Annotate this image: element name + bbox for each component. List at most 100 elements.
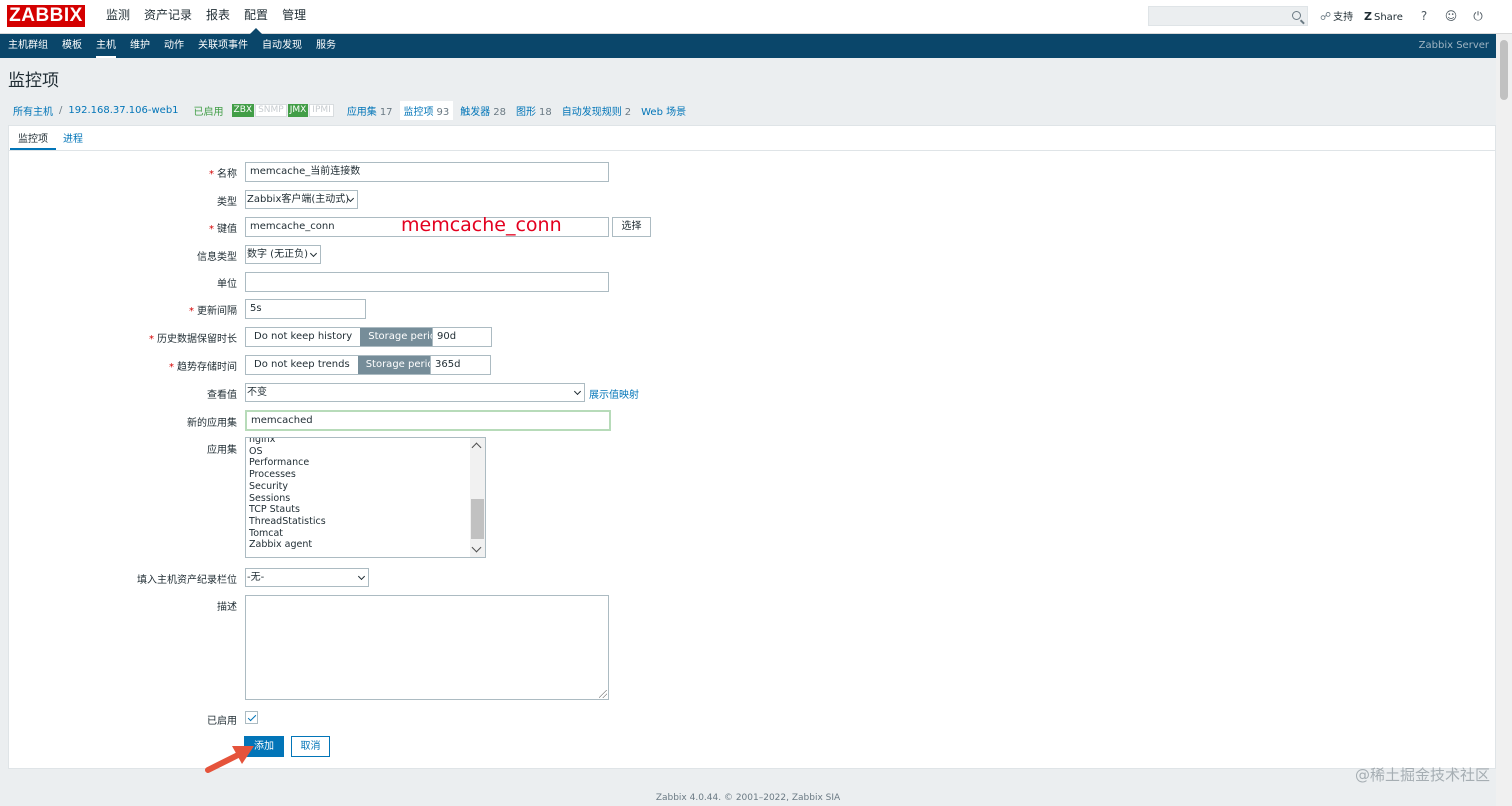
items-link[interactable]: 监控项 93	[399, 100, 454, 120]
resize-handle-icon[interactable]	[599, 690, 607, 698]
name-label: * 名称	[209, 169, 237, 180]
select-key-button[interactable]: 选择	[612, 217, 651, 237]
submenu-correlation[interactable]: 关联项事件	[191, 34, 255, 58]
scroll-up-icon[interactable]	[471, 442, 482, 453]
scrollbar-thumb[interactable]	[1500, 40, 1508, 100]
tab-item[interactable]: 监控项	[10, 130, 56, 150]
submenu-discovery[interactable]: 自动发现	[255, 34, 309, 58]
discovery-rules-link[interactable]: 自动发现规则 2	[562, 103, 631, 118]
enabled-checkbox[interactable]	[245, 711, 258, 724]
interval-label: * 更新间隔	[189, 306, 237, 317]
list-item[interactable]: Performance	[246, 457, 485, 469]
history-period-input[interactable]: 90d	[432, 327, 492, 347]
menu-administration[interactable]: 管理	[276, 0, 312, 34]
new-application-input[interactable]: memcached	[245, 410, 611, 431]
trends-do-not-keep-option[interactable]: Do not keep trends	[246, 356, 358, 374]
submenu-maintenance[interactable]: 维护	[123, 34, 157, 58]
power-icon[interactable]: ⏻	[1470, 8, 1486, 24]
graphs-link[interactable]: 图形 18	[516, 103, 552, 118]
top-bar: ZABBIX 监测 资产记录 报表 配置 管理 ☍ 支持 Z Share ? ☺ ⏻	[0, 0, 1512, 34]
list-item[interactable]: TCP Stauts	[246, 504, 485, 516]
value-map-select[interactable]: 不变	[245, 383, 585, 402]
submenu-templates[interactable]: 模板	[55, 34, 89, 58]
list-item[interactable]: Zabbix agent	[246, 539, 485, 551]
scroll-down-icon[interactable]	[471, 542, 482, 553]
cancel-button[interactable]: 取消	[291, 736, 330, 757]
new-application-label: 新的应用集	[187, 418, 237, 429]
headset-icon: ☍	[1320, 10, 1332, 23]
show-value-label: 查看值	[207, 390, 237, 401]
listbox-scroll-thumb[interactable]	[471, 499, 484, 539]
help-icon[interactable]: ?	[1416, 8, 1432, 24]
trends-mode-toggle: Do not keep trends Storage period	[245, 355, 449, 375]
form-tabs: 监控项 进程	[9, 126, 1495, 151]
units-label: 单位	[217, 279, 237, 290]
list-item[interactable]: nginx	[246, 438, 485, 446]
web-scenarios-link[interactable]: Web 场景	[641, 103, 686, 118]
watermark: @稀土掘金技术社区	[1354, 766, 1490, 784]
show-value-mappings-link[interactable]: 展示值映射	[589, 386, 639, 401]
menu-inventory[interactable]: 资产记录	[138, 0, 198, 34]
chevron-down-icon	[309, 249, 318, 258]
list-item[interactable]: Tomcat	[246, 528, 485, 540]
key-annotation: memcache_conn	[401, 214, 562, 236]
trends-period-input[interactable]: 365d	[430, 355, 491, 375]
page-scrollbar[interactable]	[1496, 34, 1512, 806]
host-status-enabled[interactable]: 已启用	[194, 103, 224, 118]
search-input[interactable]	[1148, 6, 1308, 26]
history-label: * 历史数据保留时长	[149, 334, 237, 345]
zabbix-logo[interactable]: ZABBIX	[7, 5, 85, 27]
all-hosts-link[interactable]: 所有主机	[13, 103, 53, 118]
type-select[interactable]: Zabbix客户端(主动式)	[245, 190, 358, 209]
chevron-down-icon	[573, 387, 582, 396]
submenu-host-groups[interactable]: 主机群组	[1, 34, 55, 58]
applications-label: 应用集	[207, 445, 237, 456]
jmx-badge: JMX	[287, 103, 309, 117]
breadcrumb-separator: /	[59, 104, 63, 116]
list-item[interactable]: ThreadStatistics	[246, 516, 485, 528]
trends-label: * 趋势存储时间	[169, 362, 237, 373]
red-arrow-annotation	[205, 746, 254, 773]
share-link[interactable]: Z Share	[1364, 0, 1403, 34]
list-item[interactable]: Security	[246, 481, 485, 493]
menu-configuration[interactable]: 配置	[238, 0, 274, 34]
list-item[interactable]: OS	[246, 446, 485, 458]
key-label: * 键值	[209, 224, 237, 235]
applications-link[interactable]: 应用集 17	[347, 103, 393, 118]
units-input[interactable]	[245, 272, 609, 292]
interval-input[interactable]: 5s	[245, 299, 366, 319]
description-textarea[interactable]	[245, 595, 609, 700]
list-item[interactable]: Processes	[246, 469, 485, 481]
list-item[interactable]: Sessions	[246, 493, 485, 505]
user-profile-icon[interactable]: ☺	[1443, 8, 1459, 24]
listbox-scrollbar[interactable]	[470, 438, 485, 557]
support-link[interactable]: ☍ 支持	[1320, 0, 1353, 34]
info-type-select[interactable]: 数字 (无正负)	[245, 245, 321, 264]
share-icon: Z	[1364, 10, 1372, 23]
main-menu: 监测 资产记录 报表 配置 管理	[100, 0, 314, 34]
chevron-down-icon	[357, 572, 366, 581]
description-label: 描述	[217, 602, 237, 613]
inventory-field-label: 填入主机资产纪录栏位	[137, 575, 237, 586]
applications-listbox[interactable]: nginx OS Performance Processes Security …	[245, 437, 486, 558]
sub-menu-bar: 主机群组 模板 主机 维护 动作 关联项事件 自动发现 服务 Zabbix Se…	[0, 34, 1496, 58]
tab-preprocessing[interactable]: 进程	[63, 130, 83, 145]
menu-monitoring[interactable]: 监测	[100, 0, 136, 34]
info-type-label: 信息类型	[197, 252, 237, 263]
submenu-hosts[interactable]: 主机	[89, 34, 123, 58]
submenu-services[interactable]: 服务	[309, 34, 343, 58]
inventory-field-select[interactable]: -无-	[245, 568, 369, 587]
snmp-badge: SNMP	[255, 103, 287, 117]
server-name: Zabbix Server	[1418, 40, 1489, 51]
search-icon[interactable]	[1292, 11, 1301, 20]
menu-reports[interactable]: 报表	[200, 0, 236, 34]
name-input[interactable]: memcache_当前连接数	[245, 162, 609, 182]
host-link[interactable]: 192.168.37.106-web1	[68, 105, 178, 116]
breadcrumb: 所有主机 / 192.168.37.106-web1 已启用 ZBX SNMP …	[8, 100, 691, 120]
footer: Zabbix 4.0.44. © 2001–2022, Zabbix SIA	[655, 793, 841, 803]
history-mode-toggle: Do not keep history Storage period	[245, 327, 452, 347]
submenu-actions[interactable]: 动作	[157, 34, 191, 58]
triggers-link[interactable]: 触发器 28	[460, 103, 506, 118]
sub-menu: 主机群组 模板 主机 维护 动作 关联项事件 自动发现 服务	[1, 34, 343, 58]
history-do-not-keep-option[interactable]: Do not keep history	[246, 328, 361, 346]
